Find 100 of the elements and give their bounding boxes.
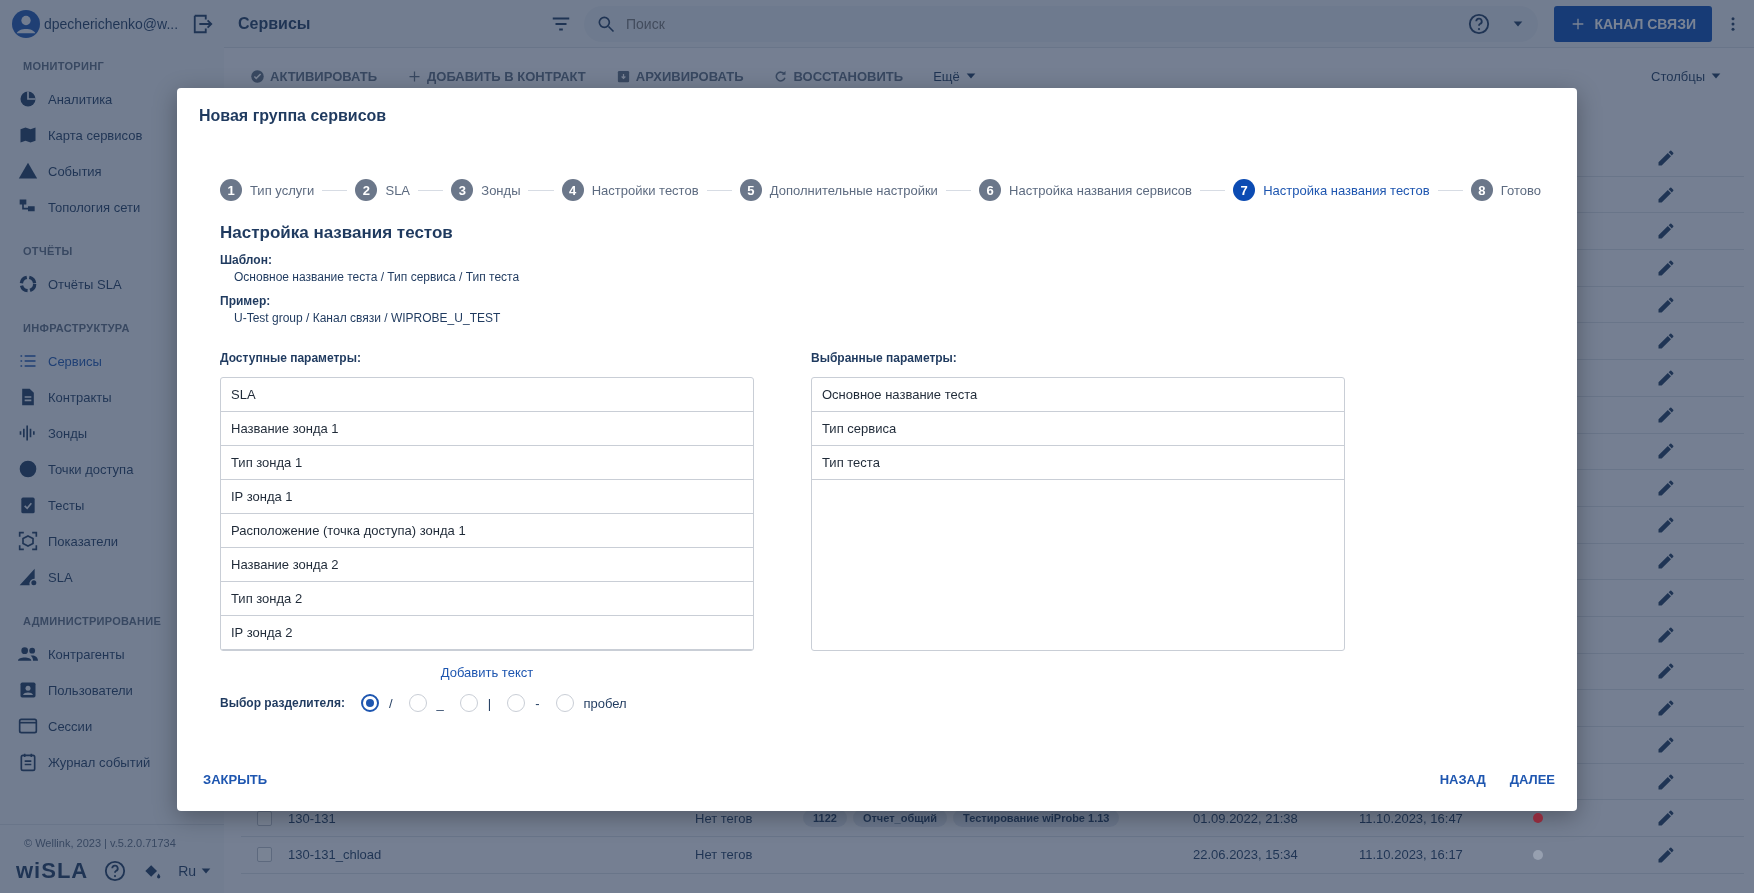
list-item[interactable]: SLA [221,378,753,412]
logout-icon[interactable] [192,13,214,35]
edit-icon[interactable] [1656,331,1676,352]
cube-scan-icon [18,531,38,551]
step-number[interactable]: 2 [355,179,378,201]
page-title: Сервисы [238,14,312,33]
sidebar-item[interactable]: Зонды [0,415,224,451]
step-label[interactable]: SLA [385,182,411,198]
section-heading: АДМИНИСТРИРОВАНИЕ [22,614,163,629]
section-heading: МОНИТОРИНГ [22,59,105,74]
table-cell-text: Нет тегов [695,847,754,863]
edit-icon[interactable] [1656,588,1676,609]
dashed-ring-icon [18,274,38,294]
sidebar-item[interactable]: Тесты [0,487,224,523]
edit-icon[interactable] [1656,551,1676,572]
sidebar-item[interactable]: Показатели [0,523,224,559]
step-label[interactable]: Тип услуги [250,182,315,198]
list-label: Выбранные параметры: [811,351,958,365]
list-item[interactable]: Основное название теста [812,378,1344,412]
window-icon [18,716,38,736]
table-cell-text: 130-131_chload [288,847,383,863]
edit-icon[interactable] [1656,441,1676,462]
toolbar-button[interactable]: ДОБАВИТЬ В КОНТРАКТ [407,68,586,84]
table-cell-text: 11.10.2023, 16:47 [1359,810,1464,826]
list-item[interactable]: Расположение (точка доступа) зонда 1 [221,514,753,548]
columns-dropdown[interactable]: Столбцы [1651,68,1722,84]
list-label: Доступные параметры: [220,351,362,365]
avatar-icon [12,10,40,38]
sidebar-item[interactable]: SLA [0,559,224,595]
sidebar-item[interactable]: Контрагенты [0,636,224,672]
next-button[interactable]: ДАЛЕЕ [1509,767,1555,791]
list-item[interactable]: Название зонда 1 [221,412,753,446]
archive-icon [615,68,631,84]
table-cell-text: 11.10.2023, 16:17 [1359,847,1464,863]
radio-label: - [535,695,540,711]
refresh-icon [773,68,789,84]
radio-label: _ [436,695,444,711]
edit-icon[interactable] [1656,221,1676,242]
check-circle-icon [250,68,265,84]
step-label[interactable]: Дополнительные настройки [769,182,938,198]
step-number[interactable]: 4 [561,179,584,201]
radio-label: | [487,695,492,711]
add-text-link[interactable]: Добавить текст [440,665,534,680]
step-label[interactable]: Настройка названия тестов [1263,182,1430,198]
edit-icon[interactable] [1656,698,1676,719]
people-icon [18,644,38,664]
list-item[interactable]: Тип зонда 1 [221,446,753,480]
list-item[interactable]: Название зонда 2 [221,548,753,582]
toolbar-button[interactable]: АРХИВИРОВАТЬ [615,68,744,84]
step-number[interactable]: 7 [1233,179,1256,201]
field-label: Шаблон: [220,253,273,267]
edit-icon[interactable] [1656,478,1676,499]
edit-icon[interactable] [1656,808,1676,829]
more-dropdown[interactable]: Ещё [933,68,977,84]
step-label[interactable]: Зонды [481,182,521,198]
sidebar-item[interactable]: Сессии [0,708,224,744]
step-number[interactable]: 8 [1470,179,1493,201]
sidebar-item[interactable]: Точки доступа [0,451,224,487]
section-heading: Настройка названия тестов [220,223,454,243]
template-text: Основное название теста / Тип сервиса / Тип теста [233,269,521,286]
step-number[interactable]: 3 [451,179,474,201]
radio-label: пробел [583,695,627,711]
step-number[interactable]: 1 [220,179,242,201]
table-cell-text: 01.09.2022, 21:38 [1193,810,1299,826]
step-label[interactable]: Настройка названия сервисов [1009,182,1192,198]
language-dropdown[interactable]: Ru [178,863,213,879]
id-card-icon [18,680,38,700]
radio-label: / [388,695,393,711]
field-label: Пример: [220,294,272,308]
field-label: Выбор разделителя: [220,696,345,710]
back-button[interactable]: НАЗАД [1439,767,1486,791]
table-cell-text: 130-131 [288,810,337,826]
sound-wave-icon [18,423,38,443]
radio-button[interactable] [360,694,379,712]
list-item[interactable]: IP зонда 2 [221,616,753,650]
sidebar-item[interactable]: Контракты [0,379,224,415]
copyright-text: © Wellink, 2023 | v.5.2.0.71734 [24,837,177,849]
step-number[interactable]: 5 [739,179,762,201]
checkbox[interactable] [257,847,272,863]
toolbar-button[interactable]: АКТИВИРОВАТЬ [250,68,378,84]
section-heading: ИНФРАСТРУКТУРА [22,321,131,336]
dialog-title: Новая группа сервисов [198,106,388,125]
list-item[interactable]: Тип сервиса [812,412,1344,446]
help-icon[interactable] [104,860,127,882]
list-item[interactable]: Тип теста [812,446,1344,480]
list-item[interactable]: IP зонда 1 [221,480,753,514]
close-button[interactable]: ЗАКРЫТЬ [203,767,268,791]
step-label[interactable]: Готово [1500,182,1541,198]
help-icon[interactable] [1468,12,1491,35]
checklist-icon [18,495,38,515]
step-label[interactable]: Настройки тестов [591,182,699,198]
pie-chart-icon [18,89,38,109]
add-channel-button[interactable]: КАНАЛ СВЯЗИ [1554,5,1712,42]
list-item[interactable]: Тип зонда 2 [221,582,753,616]
toolbar-button[interactable]: ВОССТАНОВИТЬ [773,68,904,84]
table-cell-text: 22.06.2023, 15:34 [1193,847,1299,863]
example-text: U-Test group / Канал связи / WIPROBE_U_TEST [233,310,502,327]
step-number[interactable]: 6 [979,179,1002,201]
edit-icon[interactable] [1656,661,1676,682]
warning-icon [18,161,38,181]
